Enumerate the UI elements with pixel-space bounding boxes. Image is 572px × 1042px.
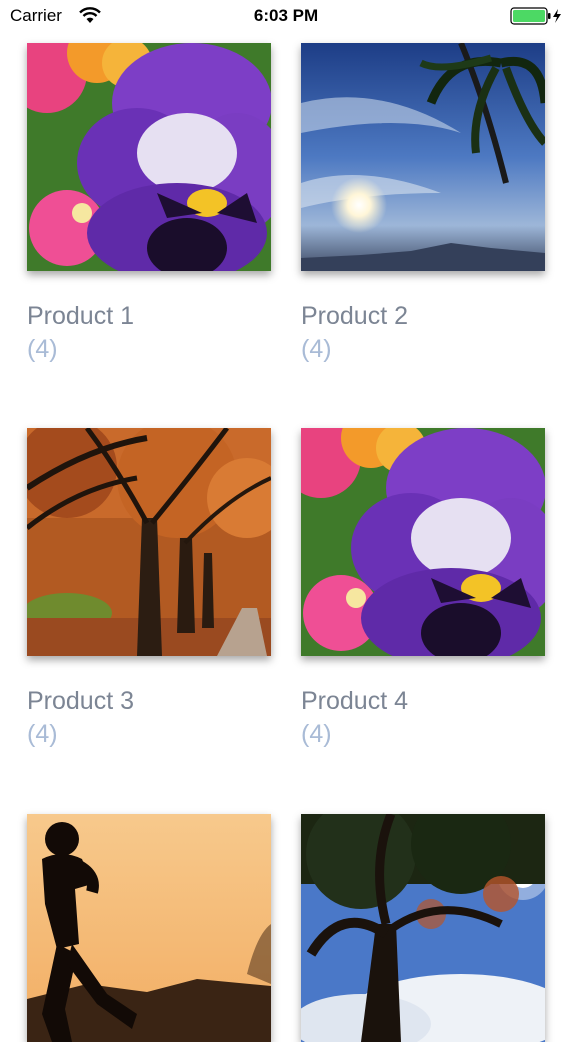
product-grid: Product 1 (4) Product 2 (4) Product 3 (4… xyxy=(0,0,572,1042)
battery-charging-icon xyxy=(510,7,564,25)
product-count: (4) xyxy=(27,720,58,748)
product-image-autumn-trees[interactable] xyxy=(27,428,271,656)
product-image-palm-sky[interactable] xyxy=(301,43,545,271)
product-card[interactable] xyxy=(27,814,271,1042)
status-time: 6:03 PM xyxy=(253,6,319,25)
product-image-runner[interactable] xyxy=(27,814,271,1042)
product-image-pansy[interactable] xyxy=(301,428,545,656)
product-card[interactable]: Product 3 (4) xyxy=(27,428,271,749)
product-name: Product 4 xyxy=(301,687,409,715)
product-image-tree-sky[interactable] xyxy=(301,814,545,1042)
product-name: Product 1 xyxy=(27,302,135,330)
product-count: (4) xyxy=(301,335,332,363)
status-bar: Carrier 6:03 PM xyxy=(0,0,572,32)
product-image-pansy[interactable] xyxy=(27,43,271,271)
product-name: Product 2 xyxy=(301,302,409,330)
product-card[interactable]: Product 2 (4) xyxy=(301,43,545,364)
product-name: Product 3 xyxy=(27,687,135,715)
product-card[interactable]: Product 4 (4) xyxy=(301,428,545,749)
product-card[interactable]: Product 1 (4) xyxy=(27,43,271,364)
product-card[interactable] xyxy=(301,814,545,1042)
product-count: (4) xyxy=(301,720,332,748)
product-count: (4) xyxy=(27,335,58,363)
